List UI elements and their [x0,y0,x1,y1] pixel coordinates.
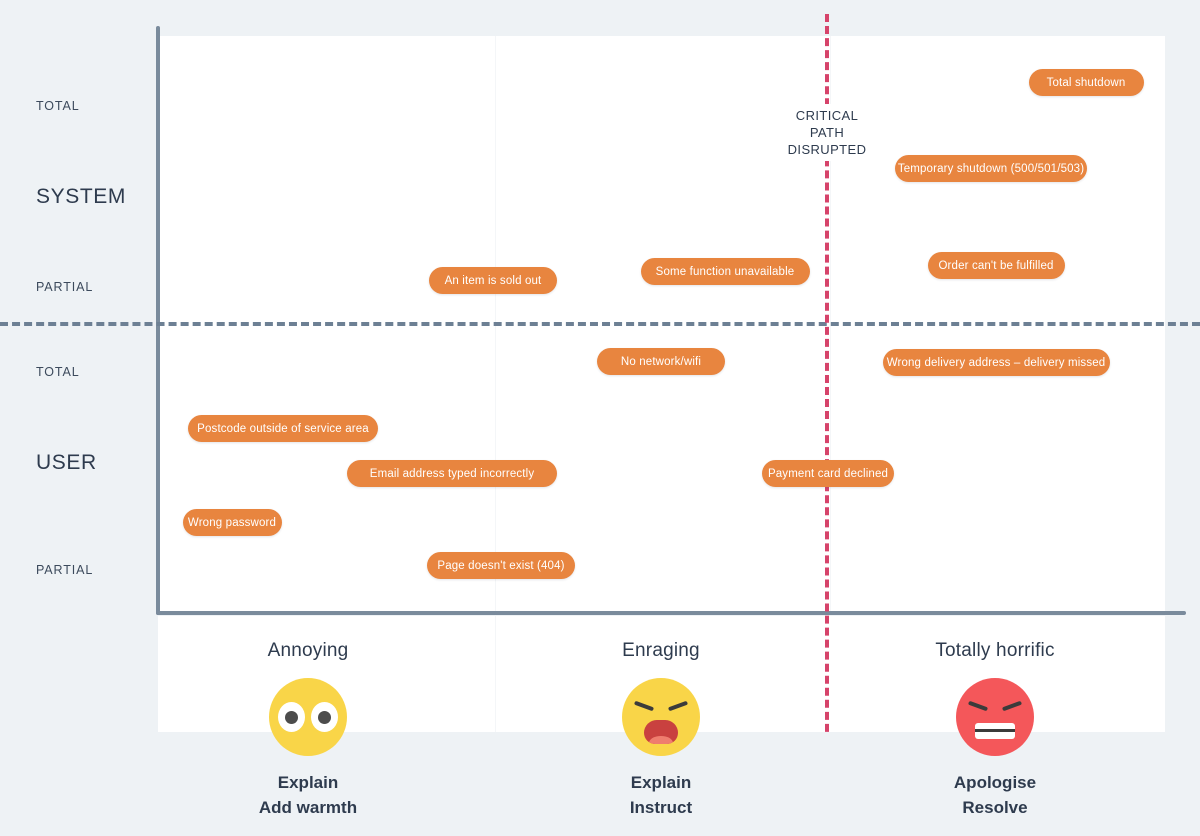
y-band-label-system: SYSTEM [36,185,126,208]
x-axis-line [156,611,1186,615]
y-tick-user-partial: PARTIAL [36,563,94,577]
brow-right [667,700,689,712]
error-pill[interactable]: Page doesn't exist (404) [427,552,575,579]
error-pill[interactable]: Wrong delivery address – delivery missed [882,349,1110,376]
error-pill[interactable]: Email address typed incorrectly [347,460,557,487]
impact-title-totally-horrific: Totally horrific [935,640,1055,661]
y-axis-line [156,26,160,615]
error-pill[interactable]: Temporary shutdown (500/501/503) [895,155,1087,182]
gritted-teeth-mouth [975,723,1015,739]
impact-column-annoying: Annoying Explain Add warmth [158,640,458,820]
error-pill[interactable]: Postcode outside of service area [188,415,378,442]
error-severity-matrix: CRITICAL PATH DISRUPTED TOTAL SYSTEM PAR… [0,0,1200,836]
impact-actions-enraging: Explain Instruct [629,773,693,817]
y-tick-system-total: TOTAL [36,99,80,113]
error-pill[interactable]: Wrong password [182,509,282,536]
impact-column-enraging: Enraging Explain Instruct [511,640,811,820]
pupil-right [318,711,331,724]
brow-right [1001,700,1023,712]
error-pill[interactable]: No network/wifi [597,348,725,375]
error-pill[interactable]: An item is sold out [429,267,557,294]
brow-left [967,700,989,712]
pupil-left [285,711,298,724]
error-pill[interactable]: Payment card declined [762,460,894,487]
system-user-divider [0,322,1200,326]
impact-column-totally-horrific: Totally horrific Apologise Resolve [845,640,1145,820]
y-tick-system-partial: PARTIAL [36,280,94,294]
shouting-angry-face-icon [622,678,700,756]
impact-title-annoying: Annoying [267,640,349,661]
impact-actions-annoying: Explain Add warmth [258,773,358,817]
impact-title-enraging: Enraging [622,640,700,661]
impact-actions-totally-horrific: Apologise Resolve [953,773,1037,817]
y-tick-user-total: TOTAL [36,365,80,379]
error-pill[interactable]: Order can't be fulfilled [927,252,1065,279]
open-mouth [644,720,678,744]
error-pill[interactable]: Total shutdown [1028,69,1144,96]
brow-left [633,700,655,712]
shocked-face-icon [269,678,347,756]
critical-path-label: CRITICAL PATH DISRUPTED [758,104,896,161]
gritted-teeth-angry-face-icon [956,678,1034,756]
y-band-label-user: USER [36,451,97,474]
error-pill[interactable]: Some function unavailable [640,258,810,285]
